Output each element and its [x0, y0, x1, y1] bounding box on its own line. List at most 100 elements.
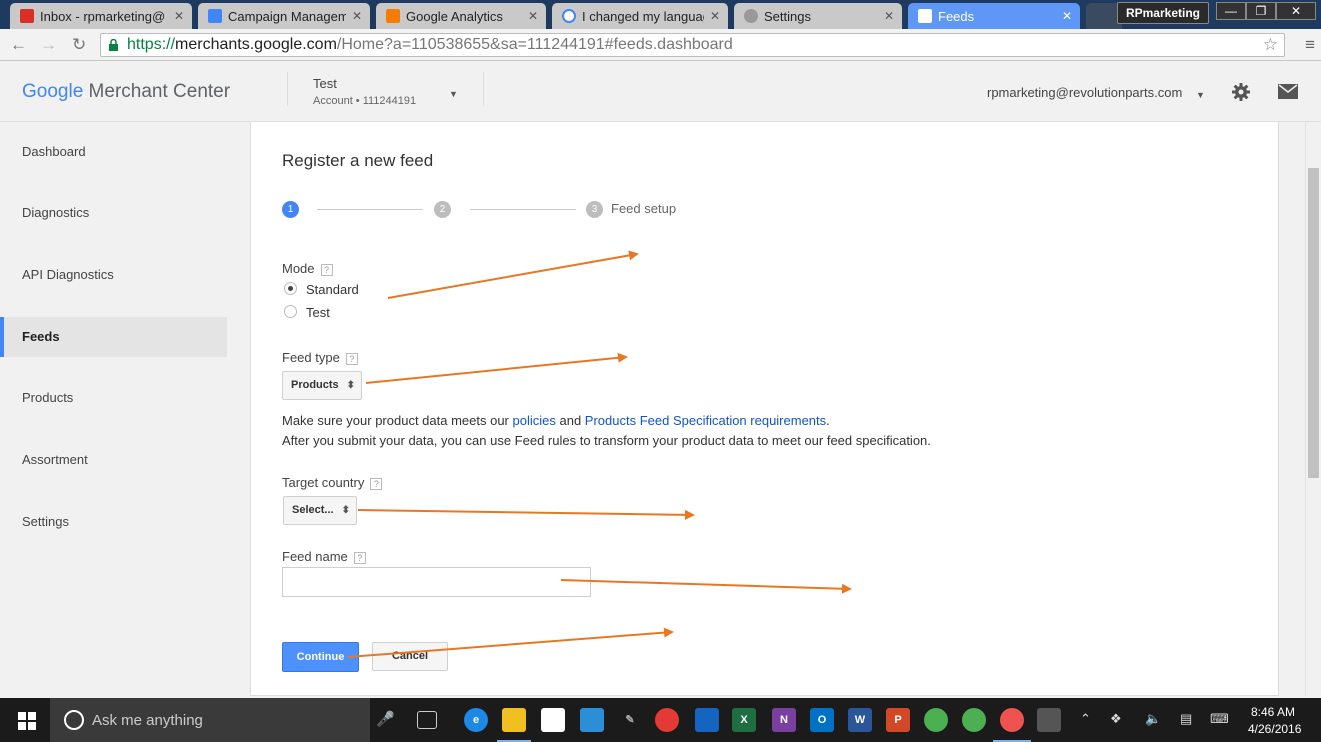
chrome-icon[interactable]: [962, 708, 986, 732]
url-scheme: https://: [127, 36, 176, 53]
chrome-icon[interactable]: [1000, 708, 1024, 732]
tab-label: I changed my languag: [582, 8, 704, 24]
close-icon[interactable]: ✕: [710, 9, 720, 23]
close-icon[interactable]: ✕: [1062, 9, 1072, 23]
file-explorer-icon[interactable]: [502, 708, 526, 732]
forward-icon[interactable]: →: [40, 35, 57, 55]
tab-google-analytics[interactable]: Google Analytics ✕: [376, 3, 546, 29]
tab-label: Feeds: [938, 8, 975, 24]
feed-rules-info-line: After you submit your data, you can use …: [282, 433, 931, 448]
mail-app-icon[interactable]: [580, 708, 604, 732]
mode-test-radio[interactable]: [284, 305, 297, 318]
mode-standard-label[interactable]: Standard: [306, 282, 359, 297]
tab-label: Inbox - rpmarketing@: [40, 8, 166, 24]
feed-name-input[interactable]: [282, 567, 591, 597]
sidebar-item-assortment[interactable]: Assortment: [0, 440, 227, 480]
cloud-app-icon[interactable]: [655, 708, 679, 732]
back-icon[interactable]: ←: [10, 35, 27, 55]
clock-date[interactable]: 4/26/2016: [1248, 722, 1301, 736]
close-icon[interactable]: ✕: [528, 9, 538, 23]
scrollbar-thumb[interactable]: [1308, 168, 1319, 478]
google-icon: [562, 9, 576, 23]
sidebar-item-settings[interactable]: Settings: [0, 502, 227, 542]
keyboard-icon[interactable]: ⌨: [1210, 711, 1229, 727]
close-icon[interactable]: ✕: [174, 9, 184, 23]
info-prefix: Make sure your product data meets our: [282, 413, 513, 428]
select-arrows-icon: ⬍: [341, 505, 350, 516]
step-connector: [317, 209, 423, 210]
sidebar-item-dashboard[interactable]: Dashboard: [0, 132, 227, 172]
windows-taskbar: Ask me anything 🎤 e ✎ X N O W P ⌃ ❖ 🔈 ▤ …: [0, 698, 1321, 742]
tab-campaign-manager[interactable]: Campaign Manageme ✕: [198, 3, 370, 29]
account-name[interactable]: Test: [313, 76, 337, 91]
mail-icon[interactable]: [1278, 84, 1298, 99]
logo-google: Google: [22, 81, 84, 102]
close-icon[interactable]: ✕: [884, 9, 894, 23]
microphone-icon[interactable]: 🎤: [376, 710, 395, 728]
cortana-search-box[interactable]: Ask me anything 🎤: [50, 698, 395, 742]
mode-test-label[interactable]: Test: [306, 305, 330, 320]
excel-icon[interactable]: X: [732, 708, 756, 732]
chrome-menu-icon[interactable]: ≡: [1305, 35, 1315, 55]
outlook-icon[interactable]: O: [810, 708, 834, 732]
sidebar-item-diagnostics[interactable]: Diagnostics: [0, 193, 227, 233]
restore-icon[interactable]: ❐: [1246, 2, 1276, 20]
pen-icon[interactable]: ✎: [618, 708, 642, 732]
merchant-center-icon: [918, 9, 932, 23]
step-3-label: Feed setup: [611, 201, 677, 216]
register-feed-card: Register a new feed 1 2 3 Feed setup Mod…: [250, 122, 1279, 696]
user-dropdown-icon[interactable]: ▼: [1196, 90, 1205, 100]
help-icon[interactable]: ?: [345, 352, 358, 365]
url-path: /Home?a=110538655&sa=111244191#feeds.das…: [336, 36, 733, 53]
feed-type-select[interactable]: Products ⬍: [282, 371, 362, 400]
volume-icon[interactable]: 🔈: [1145, 711, 1161, 727]
tab-settings[interactable]: Settings ✕: [734, 3, 902, 29]
dropbox-icon[interactable]: ❖: [1110, 711, 1122, 727]
notifications-icon[interactable]: ▤: [1180, 711, 1192, 727]
tab-language[interactable]: I changed my languag ✕: [552, 3, 728, 29]
windows-start-icon[interactable]: [18, 712, 36, 730]
gear-icon[interactable]: [1231, 82, 1251, 102]
divider: [483, 72, 484, 106]
user-email[interactable]: rpmarketing@revolutionparts.com: [987, 85, 1182, 100]
close-window-icon[interactable]: ✕: [1276, 2, 1316, 20]
clock-time[interactable]: 8:46 AM: [1251, 705, 1295, 719]
tab-label: Settings: [764, 8, 811, 24]
reload-icon[interactable]: ↻: [72, 35, 86, 55]
help-icon[interactable]: ?: [370, 477, 383, 490]
policies-link[interactable]: policies: [513, 413, 556, 428]
edge-icon[interactable]: e: [464, 708, 488, 732]
account-dropdown-icon[interactable]: ▼: [449, 89, 458, 99]
tray-expand-icon[interactable]: ⌃: [1080, 711, 1091, 727]
onenote-icon[interactable]: N: [772, 708, 796, 732]
help-icon[interactable]: ?: [353, 551, 366, 564]
chrome-icon[interactable]: [924, 708, 948, 732]
calculator-icon[interactable]: [1037, 708, 1061, 732]
page-scrollbar[interactable]: [1305, 122, 1321, 696]
task-view-icon[interactable]: [417, 711, 437, 729]
browser-toolbar: ← → ↻ https://merchants.google.com/Home?…: [0, 29, 1321, 61]
target-country-select[interactable]: Select... ⬍: [283, 496, 357, 525]
store-icon[interactable]: [541, 708, 565, 732]
help-icon[interactable]: ?: [320, 263, 333, 276]
feed-spec-link[interactable]: Products Feed Specification requirements: [585, 413, 826, 428]
mode-standard-radio[interactable]: [284, 282, 297, 295]
sidebar-item-products[interactable]: Products: [0, 378, 227, 418]
address-bar[interactable]: https://merchants.google.com/Home?a=1105…: [100, 33, 1285, 57]
powerpoint-icon[interactable]: P: [886, 708, 910, 732]
continue-button[interactable]: Continue: [282, 642, 359, 672]
minimize-icon[interactable]: —: [1216, 2, 1246, 20]
bookmark-star-icon[interactable]: ☆: [1263, 34, 1278, 56]
remote-app-icon[interactable]: [695, 708, 719, 732]
tab-inbox[interactable]: Inbox - rpmarketing@ ✕: [10, 3, 192, 29]
close-icon[interactable]: ✕: [352, 9, 362, 23]
merchant-center-logo[interactable]: Google Merchant Center: [22, 81, 230, 103]
browser-tab-strip: Inbox - rpmarketing@ ✕ Campaign Manageme…: [0, 0, 1321, 29]
word-icon[interactable]: W: [848, 708, 872, 732]
sidebar-item-api-diagnostics[interactable]: API Diagnostics: [0, 255, 227, 295]
sidebar-item-feeds[interactable]: Feeds: [0, 317, 227, 357]
search-placeholder: Ask me anything: [92, 712, 203, 729]
profile-badge[interactable]: RPmarketing: [1116, 2, 1209, 24]
cancel-button[interactable]: Cancel: [372, 642, 448, 671]
tab-feeds[interactable]: Feeds ✕: [908, 3, 1080, 29]
